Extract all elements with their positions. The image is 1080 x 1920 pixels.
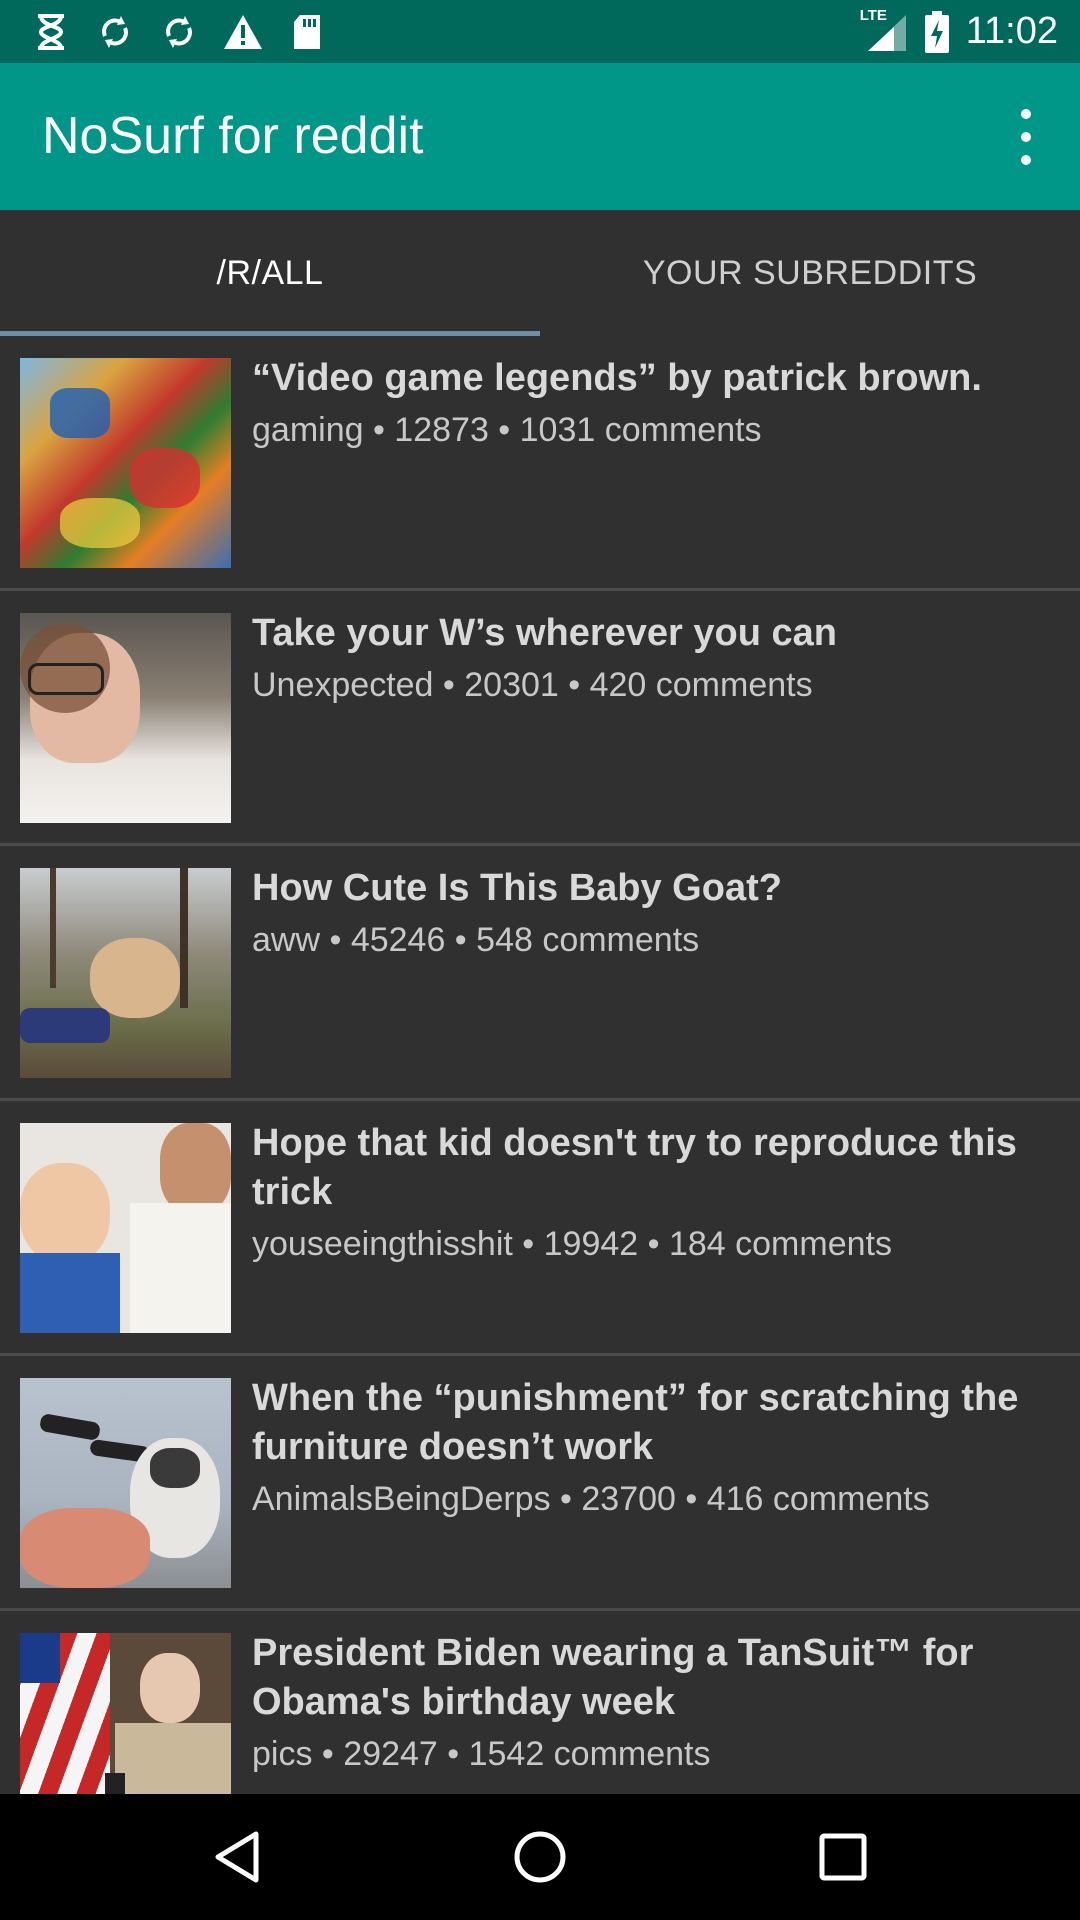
status-bar: LTE 11:02 [0,0,1080,63]
app-bar: NoSurf for reddit [0,63,1080,210]
post-meta: youseeingthisshit • 19942 • 184 comments [252,1225,892,1263]
post-thumbnail[interactable] [20,358,231,568]
post-item[interactable]: Take your W’s wherever you can Unexpecte… [0,591,1080,846]
post-meta: Unexpected • 20301 • 420 comments [252,666,813,704]
post-title: Hope that kid doesn't try to reproduce t… [252,1119,1052,1271]
tab-r-all[interactable]: /R/ALL [0,210,540,336]
post-thumbnail[interactable] [20,1378,231,1588]
post-item[interactable]: “Video game legends” by patrick brown. g… [0,336,1080,591]
post-title: “Video game legends” by patrick brown. g… [252,354,1052,457]
post-thumbnail[interactable] [20,1123,231,1333]
sync-icon [158,11,200,53]
battery-charging-icon [924,10,950,53]
warning-icon [222,11,264,53]
post-title-text: How Cute Is This Baby Goat? [252,867,782,909]
network-type-label: LTE [859,6,887,24]
post-meta: gaming • 12873 • 1031 comments [252,411,762,449]
sync-icon [94,11,136,53]
post-title: President Biden wearing a TanSuit™ for O… [252,1629,1052,1781]
post-meta: AnimalsBeingDerps • 23700 • 416 comments [252,1480,930,1518]
system-nav-bar [0,1794,1080,1920]
sd-card-icon [286,11,328,53]
post-title-text: President Biden wearing a TanSuit™ for O… [252,1632,974,1723]
post-meta: aww • 45246 • 548 comments [252,921,700,959]
signal-icon: LTE [860,7,908,53]
clock: 11:02 [965,10,1058,52]
hourglass-icon [30,11,72,53]
recents-icon[interactable] [810,1824,876,1890]
post-list: “Video game legends” by patrick brown. g… [0,336,1080,1794]
post-item[interactable]: When the “punishment” for scratching the… [0,1356,1080,1611]
post-title-text: “Video game legends” by patrick brown. [252,357,982,399]
app-title: NoSurf for reddit [42,107,424,165]
home-icon[interactable] [507,1824,573,1890]
post-item[interactable]: President Biden wearing a TanSuit™ for O… [0,1611,1080,1794]
post-thumbnail[interactable] [20,613,231,823]
more-vert-icon[interactable] [1006,109,1046,165]
tab-bar: /R/ALL YOUR SUBREDDITS [0,210,1080,336]
post-title-text: Hope that kid doesn't try to reproduce t… [252,1122,1017,1213]
post-item[interactable]: Hope that kid doesn't try to reproduce t… [0,1101,1080,1356]
post-title: Take your W’s wherever you can Unexpecte… [252,609,1052,712]
post-title-text: Take your W’s wherever you can [252,612,837,654]
post-title: When the “punishment” for scratching the… [252,1374,1052,1526]
post-title-text: When the “punishment” for scratching the… [252,1377,1019,1468]
post-meta: pics • 29247 • 1542 comments [252,1735,711,1773]
post-thumbnail[interactable] [20,1633,231,1794]
post-thumbnail[interactable] [20,868,231,1078]
tab-your-subreddits[interactable]: YOUR SUBREDDITS [540,210,1080,336]
post-title: How Cute Is This Baby Goat? aww • 45246 … [252,864,1052,967]
back-icon[interactable] [204,1824,270,1890]
post-item[interactable]: How Cute Is This Baby Goat? aww • 45246 … [0,846,1080,1101]
